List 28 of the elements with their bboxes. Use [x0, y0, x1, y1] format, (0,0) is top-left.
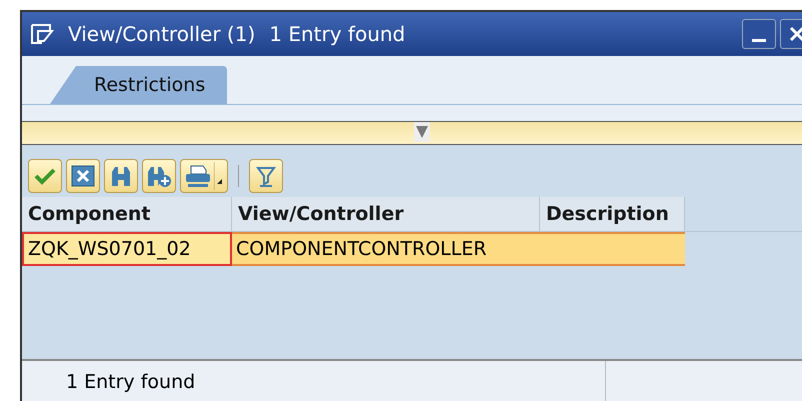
filter-icon	[256, 164, 276, 188]
find-next-button[interactable]	[142, 159, 176, 193]
triangle-down-icon	[414, 122, 430, 142]
window-icon	[30, 23, 54, 45]
table-cell[interactable]: COMPONENTCONTROLLER	[232, 232, 540, 266]
print-button[interactable]	[180, 159, 228, 193]
printer-icon	[184, 164, 212, 188]
minimize-button[interactable]	[742, 19, 776, 49]
window-subtitle: 1 Entry found	[269, 22, 406, 46]
cancel-button[interactable]	[66, 159, 100, 193]
table-cell[interactable]: ZQK_WS0701_02	[22, 232, 232, 266]
filter-button[interactable]	[249, 159, 283, 193]
checkmark-icon	[34, 167, 56, 185]
table-cell[interactable]	[540, 232, 685, 266]
check-button[interactable]	[28, 159, 62, 193]
column-header[interactable]: Description	[540, 197, 685, 232]
status-text: 1 Entry found	[22, 361, 606, 401]
minimize-icon	[752, 38, 766, 42]
binoculars-icon	[109, 164, 133, 188]
find-button[interactable]	[104, 159, 138, 193]
close-icon	[788, 26, 802, 42]
window-title: View/Controller (1)	[68, 22, 256, 46]
collapse-bar[interactable]	[22, 121, 802, 145]
tab[interactable]: Restrictions	[50, 66, 228, 104]
close-icon	[71, 165, 95, 187]
binoculars-plus-icon	[146, 164, 172, 188]
column-header[interactable]: Component	[22, 197, 232, 232]
column-header[interactable]: View/Controller	[232, 197, 540, 232]
